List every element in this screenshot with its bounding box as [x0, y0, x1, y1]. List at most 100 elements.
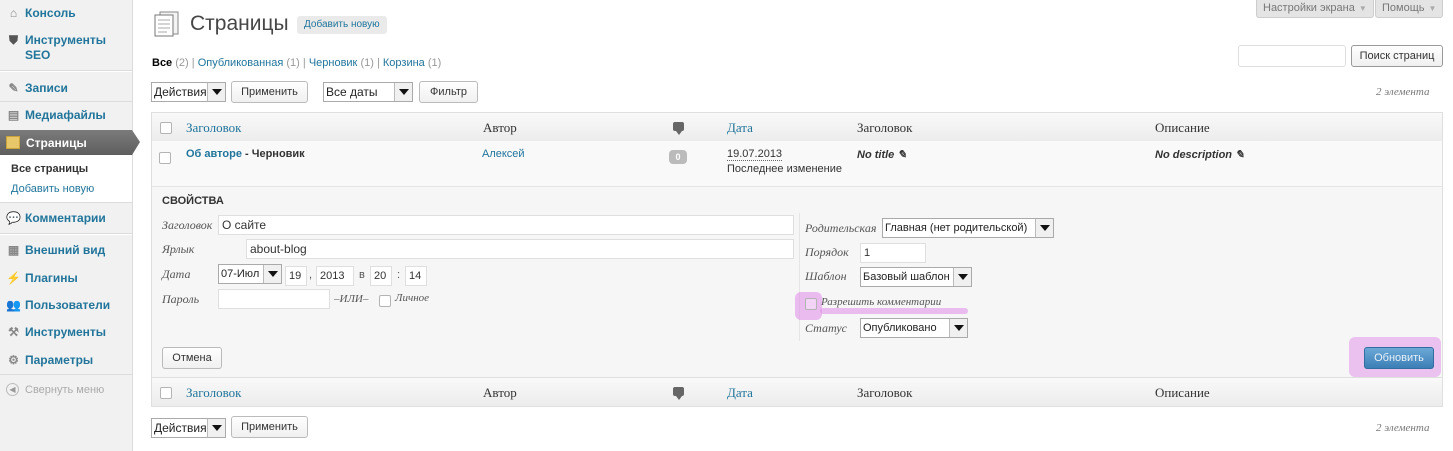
search-pages-button[interactable]: Поиск страниц	[1351, 45, 1443, 67]
chevron-down-icon	[207, 83, 225, 101]
add-new-page-button[interactable]: Добавить новую	[297, 16, 387, 34]
quick-edit-heading: СВОЙСТВА	[162, 195, 224, 207]
template-label: Шаблон	[805, 269, 847, 283]
password-input[interactable]	[218, 289, 330, 309]
menu-item-seo[interactable]: ⛊ Инструменты SEO	[0, 33, 132, 63]
menu-item-dashboard[interactable]: ⌂ Консоль	[0, 6, 132, 21]
menu-item-settings[interactable]: ⚙ Параметры	[0, 353, 132, 368]
screen-options-tab[interactable]: Настройки экрана ▼	[1256, 0, 1374, 18]
column-author: Автор	[483, 385, 517, 400]
pages-icon	[154, 11, 179, 37]
row-seo-title: No title ✎	[857, 149, 907, 161]
chevron-down-icon	[207, 419, 225, 437]
row-checkbox[interactable]	[159, 152, 171, 164]
settings-icon: ⚙	[8, 353, 19, 367]
allow-comments-label: Разрешить комментарии	[821, 296, 942, 308]
table-header: Заголовок Автор Дата Заголовок Описание	[151, 112, 1443, 142]
row-author-link[interactable]: Алексей	[482, 148, 525, 160]
filter-published[interactable]: Опубликованная	[198, 57, 284, 69]
apply-button-top[interactable]: Применить	[231, 81, 308, 103]
tools-icon: ⚒	[8, 325, 19, 339]
status-select[interactable]: Опубликовано	[860, 318, 968, 338]
pages-icon	[6, 136, 20, 149]
status-label: Статус	[805, 321, 848, 335]
month-select[interactable]: 07-Июл	[218, 264, 282, 284]
column-title[interactable]: Заголовок	[186, 385, 241, 401]
filter-button[interactable]: Фильтр	[419, 81, 478, 103]
column-seo-title: Заголовок	[857, 385, 913, 400]
chevron-down-icon	[263, 265, 281, 283]
row-date: 19.07.2013	[727, 148, 783, 161]
collapse-menu-button[interactable]: ◀ Свернуть меню	[6, 383, 104, 396]
parent-select[interactable]: Главная (нет родительской)	[882, 218, 1054, 238]
bulk-actions-select-top[interactable]: Действия	[151, 82, 226, 102]
help-tab[interactable]: Помощь ▼	[1375, 0, 1444, 18]
comment-count-badge[interactable]: 0	[669, 150, 687, 164]
menu-item-comments[interactable]: 💬 Комментарии	[0, 211, 132, 226]
menu-item-plugins[interactable]: ⚡ Плагины	[0, 271, 132, 286]
column-author: Автор	[483, 120, 517, 135]
menu-item-tools[interactable]: ⚒ Инструменты	[0, 325, 132, 340]
column-seo-title: Заголовок	[857, 120, 913, 135]
year-input[interactable]: 2013	[316, 266, 354, 286]
row-state: - Черновик	[241, 148, 305, 160]
submenu-add-new[interactable]: Добавить новую	[11, 183, 94, 195]
hour-input[interactable]: 20	[370, 266, 392, 286]
template-select[interactable]: Базовый шаблон	[860, 267, 972, 287]
highlight-marker	[820, 308, 968, 314]
plugin-icon: ⚡	[6, 271, 21, 285]
shield-icon: ⛊	[8, 33, 18, 47]
status-filter-links: Все (2) | Опубликованная (1) | Черновик …	[152, 57, 442, 69]
pages-submenu: Все страницы Добавить новую	[0, 155, 132, 203]
column-description: Описание	[1155, 385, 1210, 400]
update-button[interactable]: Обновить	[1364, 347, 1434, 369]
chevron-down-icon	[949, 319, 967, 337]
quick-edit-panel: СВОЙСТВА Заголовок О сайте Ярлык about-b…	[151, 187, 1443, 377]
edit-pencil-icon[interactable]: ✎	[897, 149, 906, 161]
order-label: Порядок	[805, 245, 849, 259]
media-icon: ▤	[7, 108, 20, 122]
bulk-actions-select-bottom[interactable]: Действия	[151, 418, 226, 438]
column-date[interactable]: Дата	[727, 120, 753, 136]
apply-button-bottom[interactable]: Применить	[231, 416, 308, 438]
menu-separator	[0, 374, 132, 375]
title-input[interactable]: О сайте	[218, 215, 794, 235]
column-date[interactable]: Дата	[727, 385, 753, 401]
cancel-button[interactable]: Отмена	[162, 347, 222, 369]
filter-trash[interactable]: Корзина	[383, 57, 425, 69]
menu-item-pages[interactable]: Страницы	[0, 130, 140, 155]
row-title-link[interactable]: Об авторе	[186, 148, 242, 160]
row-title-cell: Об авторе - Черновик	[186, 148, 305, 160]
menu-separator	[0, 234, 132, 235]
menu-item-media[interactable]: ▤ Медиафайлы	[0, 108, 132, 123]
select-all-checkbox[interactable]	[160, 387, 172, 399]
slug-label: Ярлык	[162, 242, 195, 256]
admin-sidebar: ⌂ Консоль ⛊ Инструменты SEO ✎ Записи ▤ М…	[0, 0, 140, 451]
select-all-checkbox[interactable]	[160, 122, 172, 134]
slug-input[interactable]: about-blog	[246, 239, 794, 259]
filter-draft[interactable]: Черновик	[309, 57, 358, 69]
menu-item-users[interactable]: 👥 Пользователи	[0, 298, 132, 313]
menu-item-posts[interactable]: ✎ Записи	[0, 81, 132, 96]
edit-pencil-icon[interactable]: ✎	[1235, 149, 1244, 161]
column-title[interactable]: Заголовок	[186, 120, 241, 136]
private-checkbox[interactable]	[379, 295, 391, 307]
search-input[interactable]	[1238, 45, 1346, 67]
submenu-all-pages[interactable]: Все страницы	[11, 163, 88, 175]
home-icon: ⌂	[9, 6, 18, 20]
filter-all[interactable]: Все	[152, 57, 172, 69]
date-filter-select[interactable]: Все даты	[323, 82, 413, 102]
day-input[interactable]: 19	[285, 266, 307, 286]
column-divider	[799, 213, 800, 341]
comment-icon[interactable]	[673, 387, 684, 400]
comment-icon[interactable]	[673, 122, 684, 135]
menu-item-appearance[interactable]: ▦ Внешний вид	[0, 243, 132, 258]
order-input[interactable]: 1	[860, 243, 926, 263]
date-label: Дата	[162, 267, 191, 281]
items-count-top: 2 элемента	[1376, 86, 1430, 98]
row-date-note: Последнее изменение	[727, 163, 843, 175]
minute-input[interactable]: 14	[405, 266, 427, 286]
chevron-down-icon	[953, 268, 971, 286]
allow-comments-checkbox[interactable]	[805, 298, 817, 310]
chevron-down-icon: ▼	[1358, 4, 1367, 13]
